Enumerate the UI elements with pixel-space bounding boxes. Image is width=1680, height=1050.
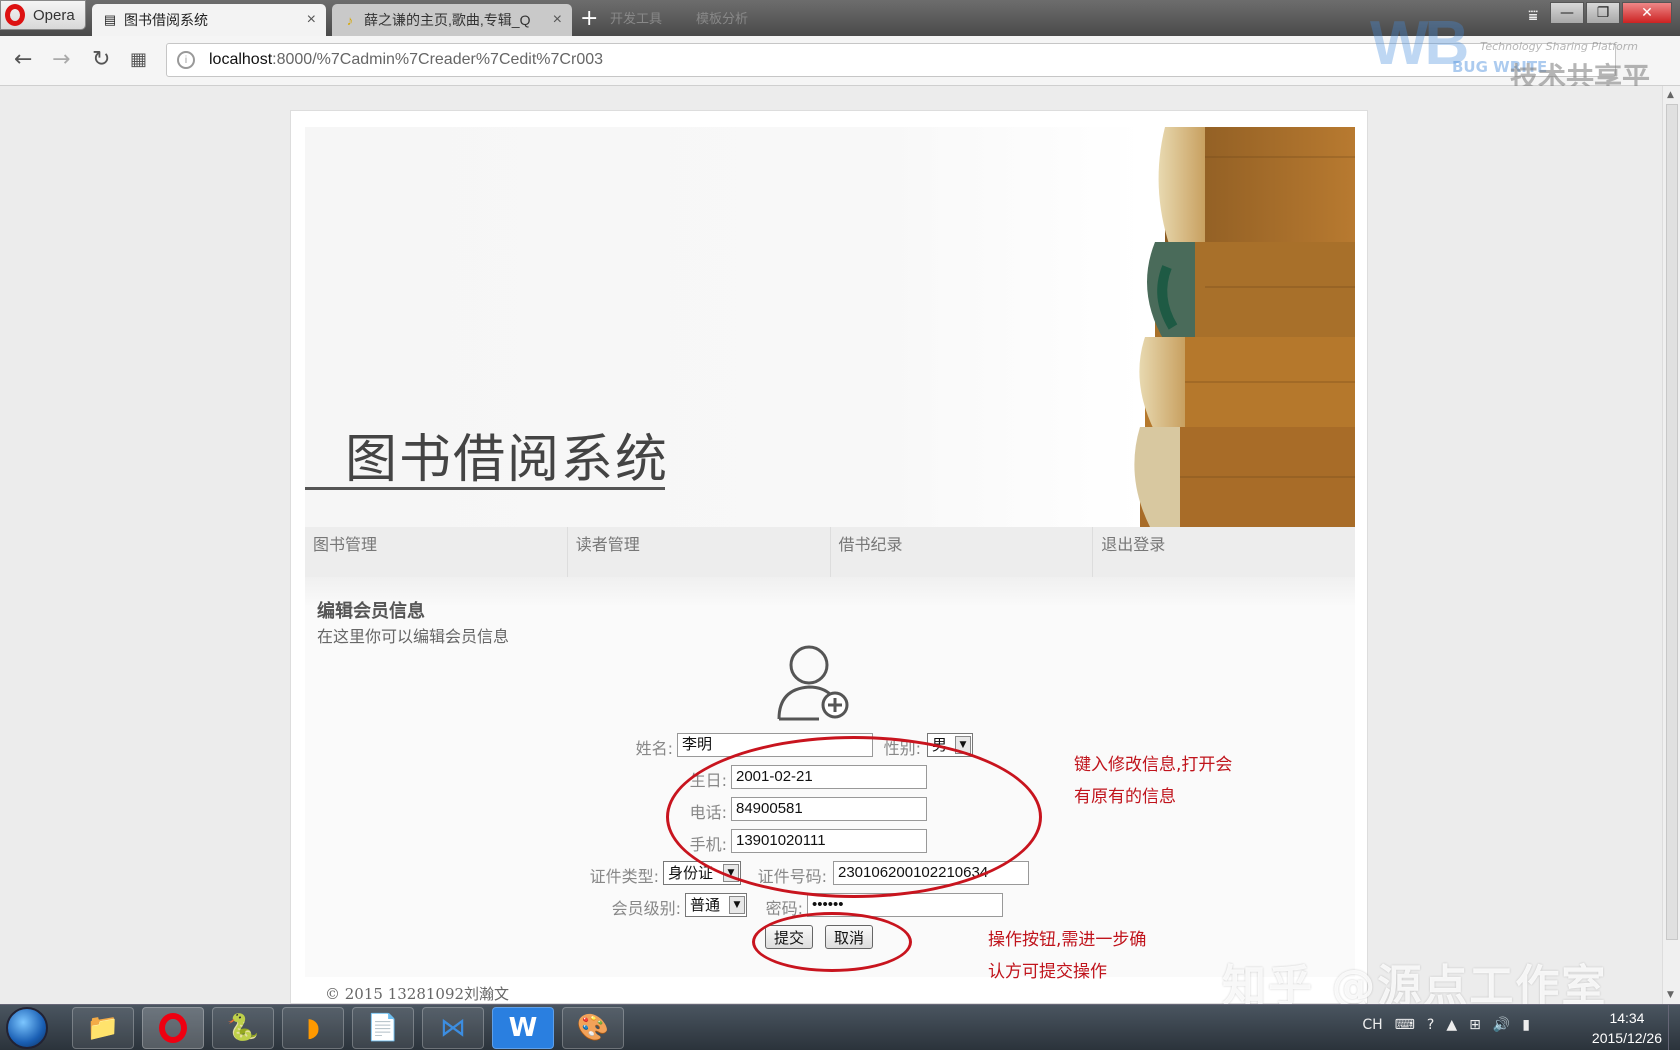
network-icon[interactable]: ⊞ [1469,1017,1481,1033]
buttons-annotation: 操作按钮,需进一步确 认方可提交操作 [988,924,1146,988]
nav-borrow-records[interactable]: 借书纪录 [831,527,1094,577]
sublime-icon[interactable]: ◗ [282,1007,344,1049]
back-icon[interactable]: ← [14,47,32,72]
input-language[interactable]: CH [1362,1017,1382,1033]
opera-menu-button[interactable]: Opera [0,0,86,30]
faded-tab-label: 模板分析 [696,12,749,27]
section-subtitle: 在这里你可以编辑会员信息 [317,627,510,646]
scroll-up-icon[interactable]: ▲ [1667,90,1674,100]
site-info-icon[interactable]: i [177,51,195,69]
tab-close-icon[interactable]: × [307,11,316,29]
system-tray: CH ⌨ ? ▲ ⊞ 🔊 ▮ [1362,1017,1530,1033]
tab-title: 图书借阅系统 [124,12,208,28]
tab-library-system[interactable]: ▤ 图书借阅系统 × [92,4,326,36]
nav-book-management[interactable]: 图书管理 [305,527,568,577]
faded-tab-label: 开发工具 [610,12,663,27]
section-title: 编辑会员信息 [317,601,425,622]
books-image [1134,127,1355,527]
main-nav: 图书管理 读者管理 借书纪录 退出登录 [305,527,1355,577]
opera-menu-label: Opera [33,6,75,24]
nav-logout[interactable]: 退出登录 [1093,527,1355,577]
nav-reader-management[interactable]: 读者管理 [568,527,831,577]
vertical-scrollbar[interactable]: ▲ ▼ [1662,86,1680,1004]
windows-taskbar: 📁 🐍 ◗ 📄 ⋈ W 🎨 CH ⌨ ? ▲ ⊞ 🔊 ▮ 14:34 2015/… [0,1004,1680,1050]
title-underline [305,487,665,490]
level-select[interactable]: 普通 ▼ [685,893,747,917]
help-icon[interactable]: ? [1427,1017,1434,1033]
reload-icon[interactable]: ↻ [92,47,110,72]
tab-close-icon[interactable]: × [553,11,562,29]
start-button[interactable] [6,1007,48,1049]
python-file-icon[interactable]: 📄 [352,1007,414,1049]
level-label: 会员级别: [611,899,681,918]
show-desktop-button[interactable] [1668,1005,1680,1050]
form-annotation: 键入修改信息,打开会 有原有的信息 [1074,749,1232,813]
add-user-icon [777,645,849,721]
scrollbar-thumb[interactable] [1666,104,1678,940]
site-title: 图书借阅系统 [345,430,670,490]
volume-icon[interactable]: 🔊 [1493,1017,1510,1033]
level-value: 普通 [690,896,721,914]
form-annotation-line1: 键入修改信息,打开会 [1074,755,1233,775]
clock-time: 14:34 [1609,1010,1645,1026]
watermark-tagline: Technology Sharing Platform [1480,40,1638,53]
buttons-highlight-ellipse [752,912,912,972]
wps-icon[interactable]: W [492,1007,554,1049]
new-tab-button[interactable]: + [580,6,598,31]
page-footer: © 2015 13281092刘瀚文 [325,985,510,1003]
header-banner: 图书借阅系统 [305,127,1355,527]
speed-dial-icon[interactable]: ▦ [130,49,147,70]
keyboard-icon[interactable]: ⌨ [1395,1017,1415,1033]
forward-icon[interactable]: → [52,47,70,72]
clock-date: 2015/12/26 [1591,1030,1662,1046]
form-annotation-line2: 有原有的信息 [1074,787,1176,807]
system-clock[interactable]: 14:34 2015/12/26 [1592,1008,1662,1048]
watermark-logo-text: WB [1370,9,1469,78]
music-site-icon: ♪ [346,12,354,28]
file-explorer-icon[interactable]: 📁 [72,1007,134,1049]
python-idle-icon[interactable]: 🐍 [212,1007,274,1049]
buttons-annotation-line2: 认方可提交操作 [988,962,1107,982]
url-host: localhost [209,51,273,68]
paint-icon[interactable]: 🎨 [562,1007,624,1049]
buttons-annotation-line1: 操作按钮,需进一步确 [988,930,1147,950]
opera-logo-icon [5,4,25,26]
opera-taskbar-icon[interactable] [142,1007,204,1049]
visual-studio-icon[interactable]: ⋈ [422,1007,484,1049]
form-highlight-ellipse [666,736,1042,898]
tray-expand-icon[interactable]: ▲ [1446,1017,1457,1033]
power-icon[interactable]: ▮ [1522,1017,1530,1033]
tab-music-page[interactable]: ♪ 薛之谦的主页,歌曲,专辑_Q × [332,4,572,36]
chevron-down-icon: ▼ [729,896,745,914]
scroll-down-icon[interactable]: ▼ [1667,990,1674,1000]
tab-title: 薛之谦的主页,歌曲,专辑_Q [364,12,531,28]
url-path: :8000/%7Cadmin%7Creader%7Cedit%7Cr003 [272,51,604,68]
name-label: 姓名: [635,739,673,758]
page-icon: ▤ [103,12,117,27]
id-type-label: 证件类型: [589,867,659,886]
site-watermark-logo: WB Technology Sharing Platform BUG WRITE… [1370,8,1670,134]
